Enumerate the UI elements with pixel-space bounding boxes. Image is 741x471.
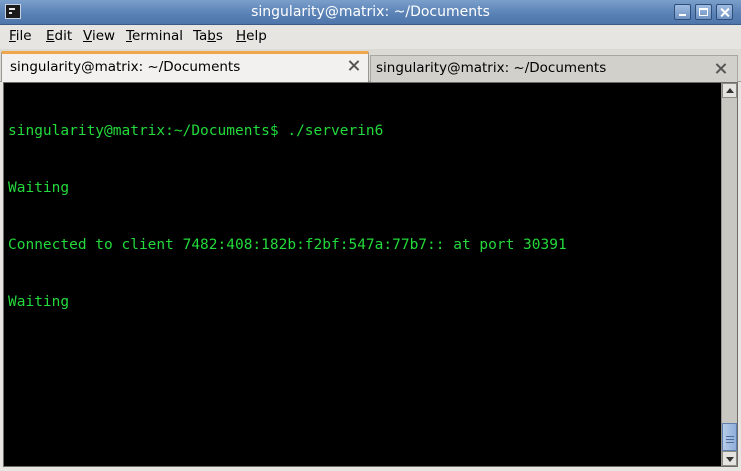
close-icon[interactable] xyxy=(348,59,361,72)
terminal-line: Connected to client 7482:408:182b:f2bf:5… xyxy=(8,237,567,253)
tab-bar: singularity@matrix: ~/Documents singular… xyxy=(0,49,741,82)
menu-tabs[interactable]: Tabs xyxy=(193,28,223,44)
tab-label: singularity@matrix: ~/Documents xyxy=(376,60,607,76)
menu-edit[interactable]: Edit xyxy=(46,28,72,44)
grip-line xyxy=(726,439,734,440)
tab-terminal-2[interactable]: singularity@matrix: ~/Documents xyxy=(370,55,738,82)
vertical-scrollbar[interactable] xyxy=(721,83,737,466)
grip-line xyxy=(726,436,734,437)
maximize-button[interactable] xyxy=(695,4,712,20)
menu-file[interactable]: File xyxy=(9,28,32,44)
scrollbar-thumb[interactable] xyxy=(722,423,737,451)
tab-terminal-1[interactable]: singularity@matrix: ~/Documents xyxy=(1,51,369,82)
close-icon[interactable] xyxy=(715,62,728,75)
terminal-output[interactable]: singularity@matrix:~/Documents$ ./server… xyxy=(8,84,720,464)
close-window-button[interactable] xyxy=(716,4,733,20)
menu-help[interactable]: Help xyxy=(236,28,267,44)
terminal-line: Waiting xyxy=(8,180,70,196)
tab-label: singularity@matrix: ~/Documents xyxy=(10,59,241,75)
grip-line xyxy=(726,442,734,443)
menu-terminal[interactable]: Terminal xyxy=(126,28,183,44)
terminal-window: singularity@matrix: ~/Documents File Edi… xyxy=(0,0,741,471)
terminal-view[interactable]: singularity@matrix:~/Documents$ ./server… xyxy=(3,82,738,467)
menu-bar: File Edit View Terminal Tabs Help xyxy=(0,25,741,48)
title-bar[interactable]: singularity@matrix: ~/Documents xyxy=(0,0,741,25)
terminal-line: Waiting xyxy=(8,294,70,310)
scroll-down-arrow-icon[interactable] xyxy=(722,451,737,466)
menu-view[interactable]: View xyxy=(83,28,115,44)
terminal-line: singularity@matrix:~/Documents$ ./server… xyxy=(8,123,384,139)
window-title: singularity@matrix: ~/Documents xyxy=(251,4,490,20)
minimize-button[interactable] xyxy=(674,4,691,20)
scroll-up-arrow-icon[interactable] xyxy=(722,83,737,98)
